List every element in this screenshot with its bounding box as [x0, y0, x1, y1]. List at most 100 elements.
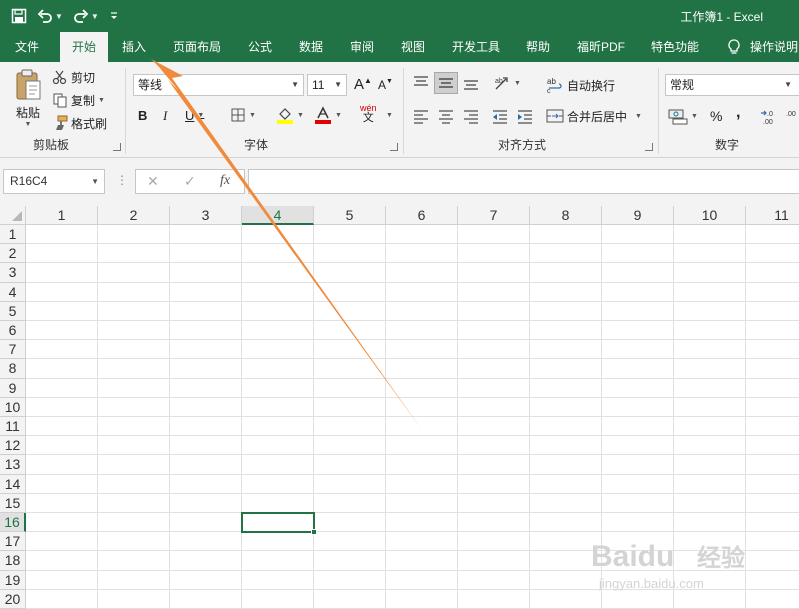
row-header[interactable]: 16 [0, 513, 26, 533]
align-top-icon[interactable] [412, 74, 430, 92]
tab-file[interactable]: 文件 [4, 32, 50, 62]
column-header[interactable]: 2 [98, 206, 170, 225]
row-header[interactable]: 12 [0, 436, 26, 456]
enter-formula-button[interactable]: ✓ [184, 173, 196, 190]
chevron-down-icon[interactable]: ▼ [386, 112, 393, 119]
row-header[interactable]: 10 [0, 397, 26, 417]
fill-color-button[interactable]: ▼ [276, 106, 304, 124]
percent-style-button[interactable]: % [710, 108, 722, 124]
font-name-select[interactable]: 等线 ▼ [133, 74, 304, 96]
phonetic-guide-button[interactable]: wén 文 [360, 104, 377, 124]
decrease-indent-icon[interactable] [491, 108, 509, 126]
select-all-button[interactable] [0, 206, 26, 225]
tab-foxit-pdf[interactable]: 福昕PDF [570, 32, 632, 62]
italic-button[interactable]: I [163, 108, 167, 124]
row-header[interactable]: 4 [0, 282, 26, 302]
chevron-down-icon[interactable]: ▼ [91, 170, 99, 193]
worksheet-grid[interactable]: 1 2 3 4 5 6 7 8 9 10 11 1 2 3 4 5 6 7 8 9 10 11 12 13 14 15 16 17 18… [0, 206, 799, 609]
redo-icon[interactable]: ▼ [70, 6, 102, 26]
orientation-button[interactable]: ab ▼ [493, 74, 521, 92]
row-header[interactable]: 2 [0, 244, 26, 264]
column-header[interactable]: 6 [386, 206, 458, 225]
align-middle-button[interactable] [434, 72, 458, 94]
column-header[interactable]: 7 [458, 206, 530, 225]
column-header[interactable]: 11 [746, 206, 799, 225]
tab-formulas[interactable]: 公式 [240, 32, 280, 62]
row-header[interactable]: 8 [0, 359, 26, 379]
row-header[interactable]: 14 [0, 474, 26, 494]
row-header[interactable]: 1 [0, 225, 26, 245]
chevron-down-icon[interactable]: ▼ [249, 112, 256, 119]
decrease-decimal-icon[interactable]: .00 [785, 108, 799, 126]
tab-insert[interactable]: 插入 [113, 32, 155, 62]
row-header[interactable]: 5 [0, 301, 26, 321]
row-header[interactable]: 18 [0, 551, 26, 571]
shrink-font-button[interactable]: A ▼ [378, 78, 393, 93]
customize-icon[interactable] [106, 6, 122, 26]
font-launcher-icon[interactable] [390, 143, 398, 151]
chevron-down-icon[interactable]: ▼ [197, 112, 204, 119]
clipboard-launcher-icon[interactable] [113, 143, 121, 151]
tab-view[interactable]: 视图 [393, 32, 433, 62]
chevron-down-icon[interactable]: ▼ [335, 112, 342, 119]
name-box[interactable]: R16C4 ▼ [3, 169, 105, 194]
chevron-down-icon[interactable]: ▼ [691, 113, 698, 120]
row-header[interactable]: 15 [0, 493, 26, 513]
font-color-button[interactable]: ▼ [314, 106, 342, 124]
lightbulb-icon[interactable] [727, 39, 741, 55]
chevron-down-icon[interactable]: ▼ [334, 75, 342, 95]
row-header[interactable]: 6 [0, 321, 26, 341]
underline-button[interactable]: U ▼ [185, 108, 204, 123]
chevron-down-icon[interactable]: ▼ [291, 75, 299, 95]
wrap-text-button[interactable]: ab c 自动换行 [546, 75, 615, 95]
alignment-launcher-icon[interactable] [645, 143, 653, 151]
tab-developer[interactable]: 开发工具 [444, 32, 508, 62]
row-header[interactable]: 19 [0, 570, 26, 590]
tab-special-features[interactable]: 特色功能 [644, 32, 706, 62]
tab-page-layout[interactable]: 页面布局 [166, 32, 228, 62]
cancel-formula-button[interactable]: ✕ [147, 173, 159, 190]
tab-home[interactable]: 开始 [60, 32, 108, 62]
row-header[interactable]: 3 [0, 263, 26, 283]
align-center-icon[interactable] [437, 108, 455, 126]
fill-handle[interactable] [311, 529, 317, 536]
chevron-down-icon[interactable]: ▼ [297, 112, 304, 119]
borders-button[interactable]: ▼ [230, 107, 256, 123]
paste-button[interactable]: 粘贴 ▼ [10, 68, 46, 134]
tell-me-search[interactable]: 操作说明 [750, 32, 799, 62]
active-cell[interactable] [241, 512, 317, 536]
tab-review[interactable]: 审阅 [342, 32, 382, 62]
row-header[interactable]: 9 [0, 378, 26, 398]
chevron-down-icon[interactable]: ▼ [55, 12, 63, 21]
tab-data[interactable]: 数据 [291, 32, 331, 62]
comma-style-button[interactable]: , [736, 104, 740, 122]
more-options-icon[interactable]: ⋮ [116, 173, 128, 187]
formula-input[interactable] [248, 169, 799, 194]
bold-button[interactable]: B [138, 108, 147, 123]
chevron-down-icon[interactable]: ▼ [514, 80, 521, 87]
chevron-down-icon[interactable]: ▼ [25, 121, 32, 128]
column-header[interactable]: 5 [314, 206, 386, 225]
align-bottom-icon[interactable] [462, 74, 480, 92]
chevron-down-icon[interactable]: ▼ [635, 113, 642, 120]
font-size-select[interactable]: 11 ▼ [307, 74, 347, 96]
increase-indent-icon[interactable] [516, 108, 534, 126]
save-icon[interactable] [8, 6, 30, 26]
increase-decimal-icon[interactable]: .0.00 [760, 108, 782, 126]
insert-function-button[interactable]: fx [220, 173, 230, 189]
column-header[interactable]: 1 [26, 206, 98, 225]
column-header[interactable]: 8 [530, 206, 602, 225]
column-header[interactable]: 10 [674, 206, 746, 225]
align-left-icon[interactable] [412, 108, 430, 126]
align-right-icon[interactable] [462, 108, 480, 126]
chevron-down-icon[interactable]: ▼ [91, 12, 99, 21]
tab-help[interactable]: 帮助 [518, 32, 558, 62]
grow-font-button[interactable]: A ▲ [354, 76, 372, 93]
chevron-down-icon[interactable]: ▼ [98, 97, 105, 104]
chevron-down-icon[interactable]: ▼ [784, 75, 792, 95]
number-format-select[interactable]: 常规 ▼ [665, 74, 799, 96]
column-header[interactable]: 9 [602, 206, 674, 225]
row-header[interactable]: 17 [0, 532, 26, 552]
accounting-format-button[interactable]: ▼ [668, 107, 698, 125]
undo-icon[interactable]: ▼ [34, 6, 66, 26]
